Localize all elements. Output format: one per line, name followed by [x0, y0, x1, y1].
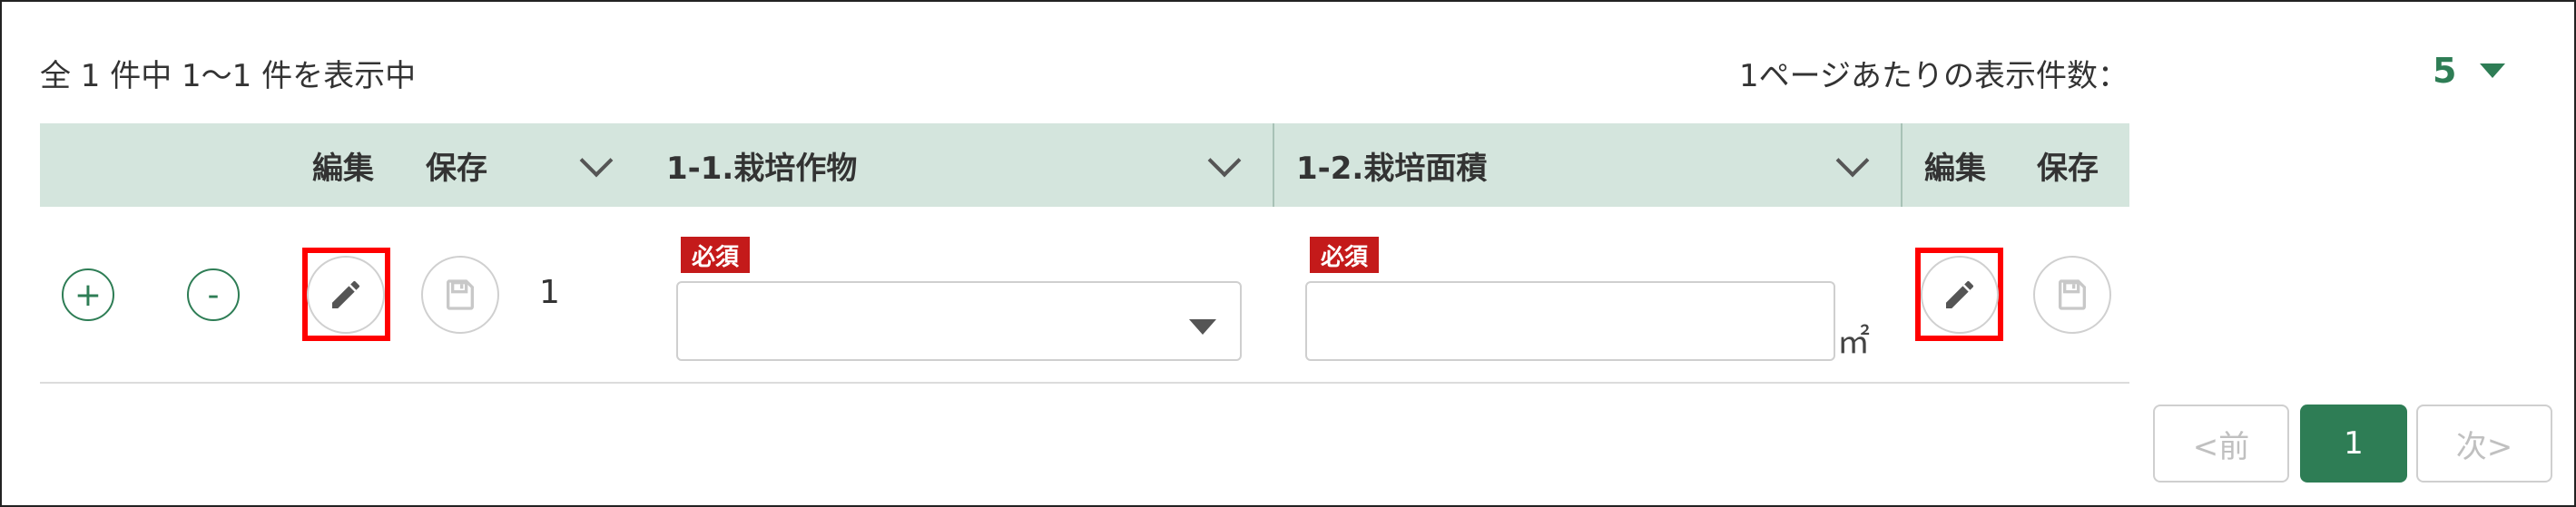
table-header: 編集 保存 1-1.栽培作物 1-2.栽培面積 編集 保存	[40, 123, 2129, 207]
add-row-button[interactable]: +	[62, 268, 114, 321]
header-crop: 1-1.栽培作物	[666, 150, 858, 187]
per-page-value: 5	[2433, 51, 2457, 91]
save-button[interactable]	[421, 256, 499, 334]
prev-page-button[interactable]: <前	[2153, 405, 2289, 483]
remove-row-button[interactable]: -	[187, 268, 240, 321]
page-1-button[interactable]: 1	[2300, 405, 2407, 483]
header-edit: 編集	[312, 150, 374, 187]
edit-button[interactable]	[307, 256, 385, 334]
per-page-select[interactable]: 5	[2433, 47, 2542, 94]
row-divider	[40, 382, 2129, 384]
crop-select[interactable]	[676, 281, 1242, 361]
plus-icon: +	[74, 276, 103, 314]
chevron-down-icon[interactable]	[1207, 143, 1242, 178]
minus-icon: -	[207, 276, 220, 314]
required-badge: 必須	[681, 237, 751, 273]
required-badge: 必須	[1310, 237, 1380, 273]
pencil-icon	[1946, 280, 1974, 308]
header-edit-2: 編集	[1924, 150, 1986, 187]
area-unit: ㎡	[1837, 324, 1871, 361]
header-divider	[1273, 123, 1274, 207]
per-page-label: 1ページあたりの表示件数：	[1739, 58, 2129, 94]
next-page-button[interactable]: 次>	[2416, 405, 2552, 483]
header-save-2: 保存	[2037, 150, 2099, 187]
area-input[interactable]	[1305, 281, 1835, 361]
edit-button-2[interactable]	[1921, 256, 1999, 334]
save-button-2[interactable]	[2033, 256, 2111, 334]
header-divider	[1901, 123, 1903, 207]
caret-down-icon	[1189, 319, 1216, 335]
floppy-disk-icon	[2059, 279, 2086, 310]
row-number: 1	[539, 274, 560, 311]
floppy-disk-icon	[447, 279, 474, 310]
caret-down-icon	[2480, 63, 2506, 78]
chevron-down-icon[interactable]	[579, 143, 614, 178]
chevron-down-icon[interactable]	[1835, 143, 1870, 178]
pencil-icon	[332, 280, 360, 308]
record-summary: 全 1 件中 1～1 件を表示中	[40, 58, 417, 94]
header-save: 保存	[426, 150, 487, 187]
header-area: 1-2.栽培面積	[1296, 150, 1488, 187]
